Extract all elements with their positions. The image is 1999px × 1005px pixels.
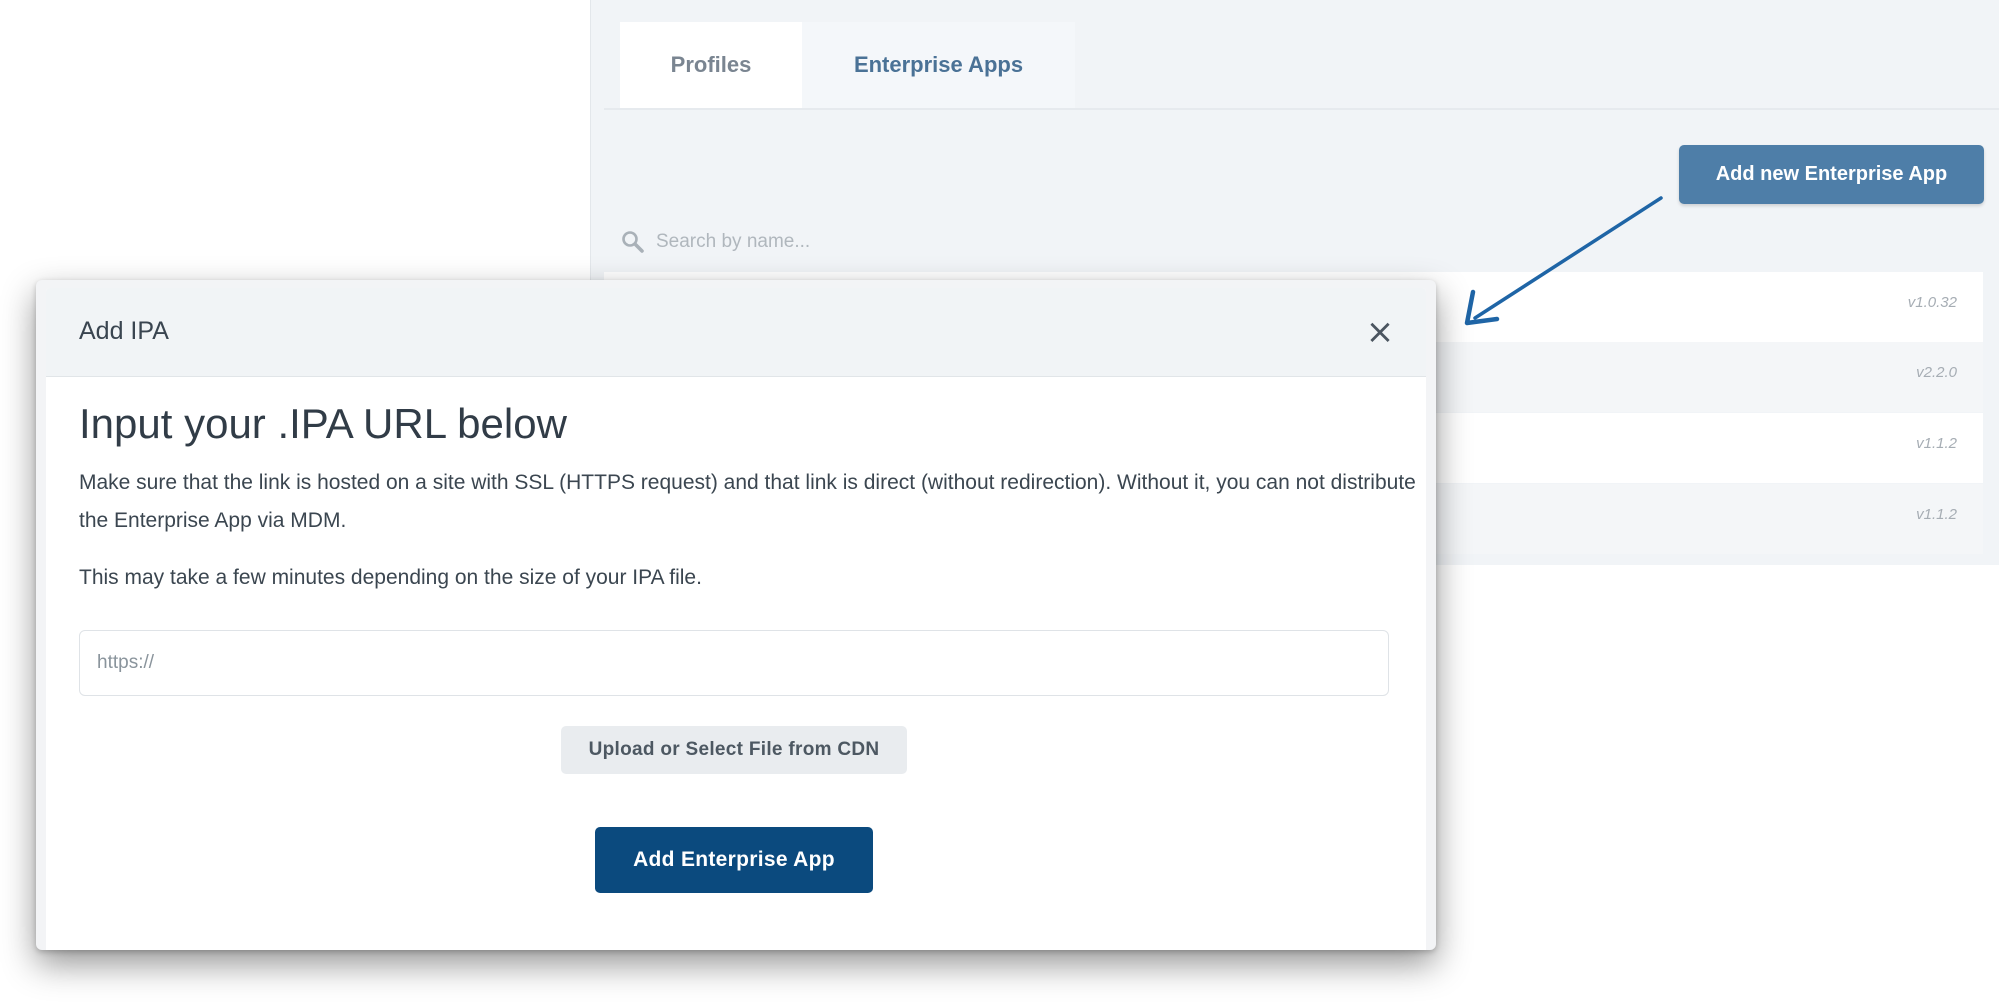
add-ipa-modal: Add IPA × Input your .IPA URL below Make…: [46, 288, 1426, 950]
ipa-url-input[interactable]: [79, 630, 1389, 696]
modal-title: Add IPA: [79, 317, 169, 345]
close-icon[interactable]: ×: [1362, 314, 1398, 350]
modal-header: Add IPA ×: [46, 288, 1426, 377]
add-new-enterprise-app-button[interactable]: Add new Enterprise App: [1679, 145, 1984, 204]
search-input[interactable]: [656, 231, 1096, 253]
app-version: v1.1.2: [1916, 506, 1957, 523]
tab-enterprise-apps[interactable]: Enterprise Apps: [802, 22, 1075, 108]
modal-description: Make sure that the link is hosted on a s…: [79, 471, 1416, 532]
tab-bar: Profiles Enterprise Apps: [620, 22, 1075, 108]
app-version: v1.0.32: [1907, 294, 1957, 311]
modal-heading: Input your .IPA URL below: [79, 400, 567, 447]
app-version: v2.2.0: [1916, 364, 1957, 381]
app-version: v1.1.2: [1916, 435, 1957, 452]
upload-from-cdn-button[interactable]: Upload or Select File from CDN: [561, 726, 907, 774]
add-enterprise-app-button[interactable]: Add Enterprise App: [595, 827, 873, 893]
tab-profiles[interactable]: Profiles: [620, 22, 802, 108]
search-icon: [620, 229, 646, 255]
modal-note: This may take a few minutes depending on…: [79, 566, 702, 589]
arrow-annotation: [1464, 196, 1663, 326]
search-bar: [620, 222, 1120, 262]
tabs-divider: [604, 108, 1999, 110]
